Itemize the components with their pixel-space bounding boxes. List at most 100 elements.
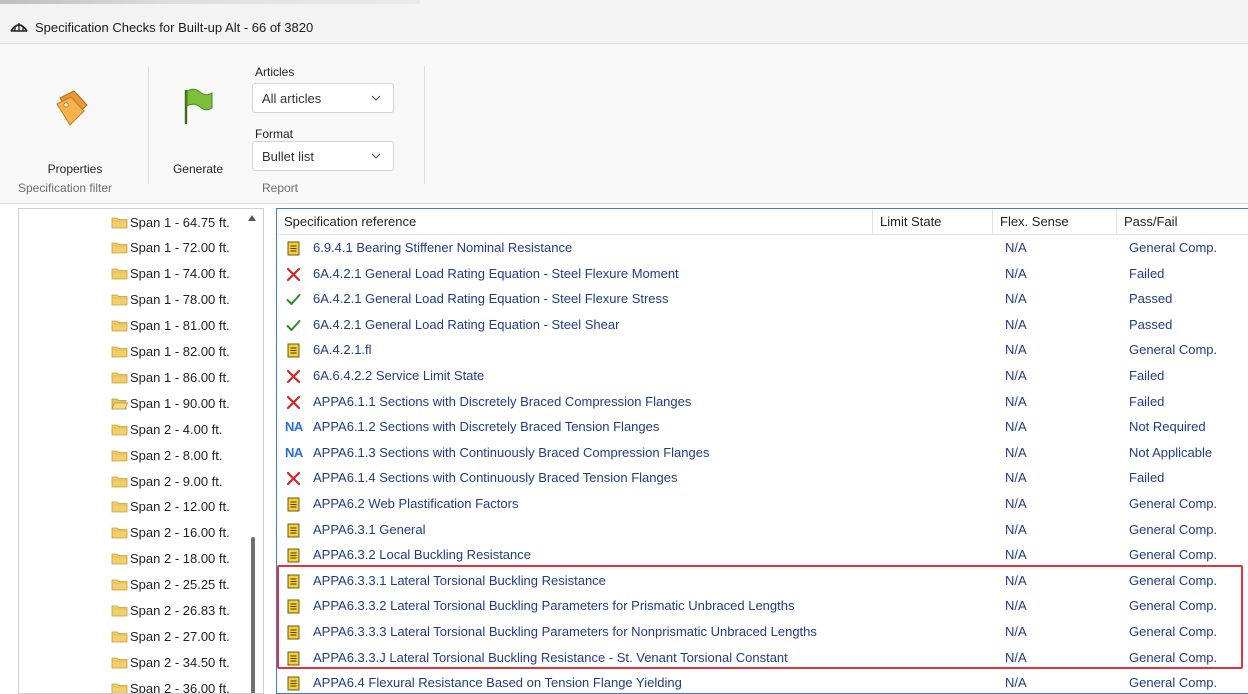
pass-fail-cell: General Comp. xyxy=(1129,675,1218,691)
table-row[interactable]: APPA6.3.3.3 Lateral Torsional Buckling P… xyxy=(277,619,1248,645)
flex-sense-cell: N/A xyxy=(1005,521,1027,537)
spec-reference-cell[interactable]: APPA6.3.3.2 Lateral Torsional Buckling P… xyxy=(313,598,794,613)
tree-item[interactable]: Span 2 - 9.00 ft. xyxy=(111,468,223,494)
table-row[interactable]: 6A.6.4.2.2 Service Limit State N/A Failed xyxy=(277,363,1248,389)
spec-reference-cell[interactable]: APPA6.3.3.J Lateral Torsional Buckling R… xyxy=(313,650,788,665)
table-row[interactable]: 6A.4.2.1.fl N/A General Comp. xyxy=(277,337,1248,363)
tree-item[interactable]: Span 2 - 25.25 ft. xyxy=(111,572,230,598)
pass-fail-cell: General Comp. xyxy=(1129,342,1218,358)
pass-fail-cell: Failed xyxy=(1129,393,1165,409)
tree-item[interactable]: Span 2 - 36.00 ft. xyxy=(111,675,230,693)
tree-item[interactable]: Span 1 - 90.00 ft. xyxy=(111,390,230,416)
spec-reference-cell[interactable]: APPA6.3.2 Local Buckling Resistance xyxy=(313,547,531,562)
tree-item[interactable]: Span 1 - 82.00 ft. xyxy=(111,339,230,365)
table-row[interactable]: 6A.4.2.1 General Load Rating Equation - … xyxy=(277,312,1248,338)
fail-x-icon xyxy=(286,472,301,486)
table-row[interactable]: NA APPA6.1.2 Sections with Discretely Bra… xyxy=(277,414,1248,440)
spec-reference-cell[interactable]: 6A.4.2.1 General Load Rating Equation - … xyxy=(313,266,679,281)
tree-item[interactable]: Span 2 - 4.00 ft. xyxy=(111,416,223,442)
table-row[interactable]: APPA6.2 Web Plastification Factors N/A Gen… xyxy=(277,491,1248,517)
pass-fail-cell: General Comp. xyxy=(1129,547,1218,563)
tree-item-label: Span 1 - 72.00 ft. xyxy=(130,240,230,256)
tree-item[interactable]: Span 1 - 74.00 ft. xyxy=(111,261,230,287)
tree-item-label: Span 2 - 18.00 ft. xyxy=(130,551,230,567)
folder-icon xyxy=(111,268,128,280)
spec-reference-cell[interactable]: 6A.6.4.2.2 Service Limit State xyxy=(313,368,484,383)
spec-reference-cell[interactable]: APPA6.3.1 General xyxy=(313,522,426,537)
span-tree[interactable]: Span 1 - 64.75 ft. Span 1 - 72.00 ft. Span… xyxy=(18,208,264,694)
spec-reference-cell[interactable]: APPA6.1.4 Sections with Continuously Bra… xyxy=(313,470,677,485)
table-row[interactable]: 6A.4.2.1 General Load Rating Equation - … xyxy=(277,261,1248,287)
column-header-flex-sense[interactable]: Flex. Sense xyxy=(993,209,1117,235)
spec-reference-cell[interactable]: APPA6.1.1 Sections with Discretely Brace… xyxy=(313,394,691,409)
table-row[interactable]: APPA6.3.3.J Lateral Torsional Buckling R… xyxy=(277,645,1248,671)
column-header-spec-reference[interactable]: Specification reference xyxy=(277,209,873,235)
scroll-up-arrow-icon[interactable] xyxy=(247,213,257,223)
table-row[interactable]: 6.9.4.1 Bearing Stiffener Nominal Resist… xyxy=(277,235,1248,261)
pass-check-icon xyxy=(286,294,301,306)
flex-sense-cell: N/A xyxy=(1005,393,1027,409)
pass-fail-cell: Failed xyxy=(1129,265,1165,281)
scrollbar-thumb[interactable] xyxy=(251,537,255,693)
tree-item[interactable]: Span 2 - 34.50 ft. xyxy=(111,649,230,675)
tree-item-label: Span 2 - 9.00 ft. xyxy=(130,473,223,489)
chevron-down-icon xyxy=(371,95,381,101)
title-bar: Specification Checks for Built-up Alt - … xyxy=(0,0,1248,44)
spec-reference-cell[interactable]: APPA6.1.3 Sections with Continuously Bra… xyxy=(313,445,709,460)
document-icon xyxy=(287,625,300,640)
tree-item-label: Span 2 - 8.00 ft. xyxy=(130,447,223,463)
tree-item[interactable]: Span 1 - 81.00 ft. xyxy=(111,313,230,339)
column-header-pass-fail[interactable]: Pass/Fail xyxy=(1117,209,1248,235)
tree-item[interactable]: Span 2 - 8.00 ft. xyxy=(111,442,223,468)
pass-fail-cell: General Comp. xyxy=(1129,624,1218,639)
tree-item[interactable]: Span 2 - 26.83 ft. xyxy=(111,598,230,624)
flex-sense-cell: N/A xyxy=(1005,342,1027,358)
spec-reference-cell[interactable]: 6A.4.2.1.fl xyxy=(313,342,372,357)
document-icon xyxy=(287,343,300,358)
column-header-limit-state[interactable]: Limit State xyxy=(873,209,993,235)
tree-item-label: Span 1 - 90.00 ft. xyxy=(130,395,230,411)
document-icon xyxy=(287,651,300,666)
pass-fail-cell: Not Applicable xyxy=(1129,444,1213,460)
table-row[interactable]: APPA6.3.3.1 Lateral Torsional Buckling R… xyxy=(277,568,1248,594)
tree-item[interactable]: Span 2 - 16.00 ft. xyxy=(111,520,230,546)
table-row[interactable]: APPA6.3.2 Local Buckling Resistance N/A Ge… xyxy=(277,542,1248,568)
tree-item-label: Span 1 - 82.00 ft. xyxy=(130,344,230,359)
table-row[interactable]: APPA6.1.4 Sections with Continuously Bra… xyxy=(277,465,1248,491)
spec-reference-cell[interactable]: 6A.4.2.1 General Load Rating Equation - … xyxy=(313,317,619,332)
tree-item-label: Span 1 - 81.00 ft. xyxy=(130,318,230,334)
fail-x-icon xyxy=(286,267,301,281)
spec-reference-cell[interactable]: APPA6.4 Flexural Resistance Based on Ten… xyxy=(313,675,682,690)
spec-reference-cell[interactable]: APPA6.2 Web Plastification Factors xyxy=(313,496,518,511)
spec-reference-cell[interactable]: APPA6.3.3.3 Lateral Torsional Buckling P… xyxy=(313,624,817,639)
folder-icon xyxy=(111,683,128,693)
table-row[interactable]: NA APPA6.1.3 Sections with Continuously B… xyxy=(277,440,1248,466)
table-header: Specification reference Limit State Flex… xyxy=(277,209,1248,235)
table-row[interactable]: APPA6.3.1 General N/A General Comp. xyxy=(277,517,1248,543)
table-row[interactable]: 6A.4.2.1 General Load Rating Equation - … xyxy=(277,286,1248,312)
properties-button[interactable]: Properties xyxy=(36,74,114,176)
table-row[interactable]: APPA6.1.1 Sections with Discretely Brace… xyxy=(277,389,1248,415)
tree-item[interactable]: Span 2 - 12.00 ft. xyxy=(111,494,230,520)
articles-value: All articles xyxy=(262,91,322,106)
tree-item[interactable]: Span 1 - 78.00 ft. xyxy=(111,287,230,313)
format-select[interactable]: Bullet list xyxy=(252,141,394,171)
table-row[interactable]: APPA6.4 Flexural Resistance Based on Ten… xyxy=(277,670,1248,693)
spec-reference-cell[interactable]: APPA6.1.2 Sections with Discretely Brace… xyxy=(313,419,659,434)
pass-fail-cell: General Comp. xyxy=(1129,598,1218,614)
articles-select[interactable]: All articles xyxy=(252,83,394,113)
spec-reference-cell[interactable]: 6A.4.2.1 General Load Rating Equation - … xyxy=(313,291,669,306)
properties-label: Properties xyxy=(47,162,103,176)
generate-button[interactable]: Generate xyxy=(158,74,238,176)
spec-reference-cell[interactable]: APPA6.3.3.1 Lateral Torsional Buckling R… xyxy=(313,573,606,588)
tree-item[interactable]: Span 2 - 18.00 ft. xyxy=(111,546,230,572)
table-row[interactable]: APPA6.3.3.2 Lateral Torsional Buckling P… xyxy=(277,593,1248,619)
report-group-label: Report xyxy=(262,181,299,195)
tree-item[interactable]: Span 2 - 27.00 ft. xyxy=(111,623,230,649)
tree-item[interactable]: Span 1 - 64.75 ft. xyxy=(111,209,230,235)
tree-item[interactable]: Span 1 - 86.00 ft. xyxy=(111,364,230,390)
tree-item[interactable]: Span 1 - 72.00 ft. xyxy=(111,235,230,261)
flex-sense-cell: N/A xyxy=(1005,368,1027,383)
spec-reference-cell[interactable]: 6.9.4.1 Bearing Stiffener Nominal Resist… xyxy=(313,240,572,255)
tree-item-label: Span 2 - 27.00 ft. xyxy=(130,628,230,644)
